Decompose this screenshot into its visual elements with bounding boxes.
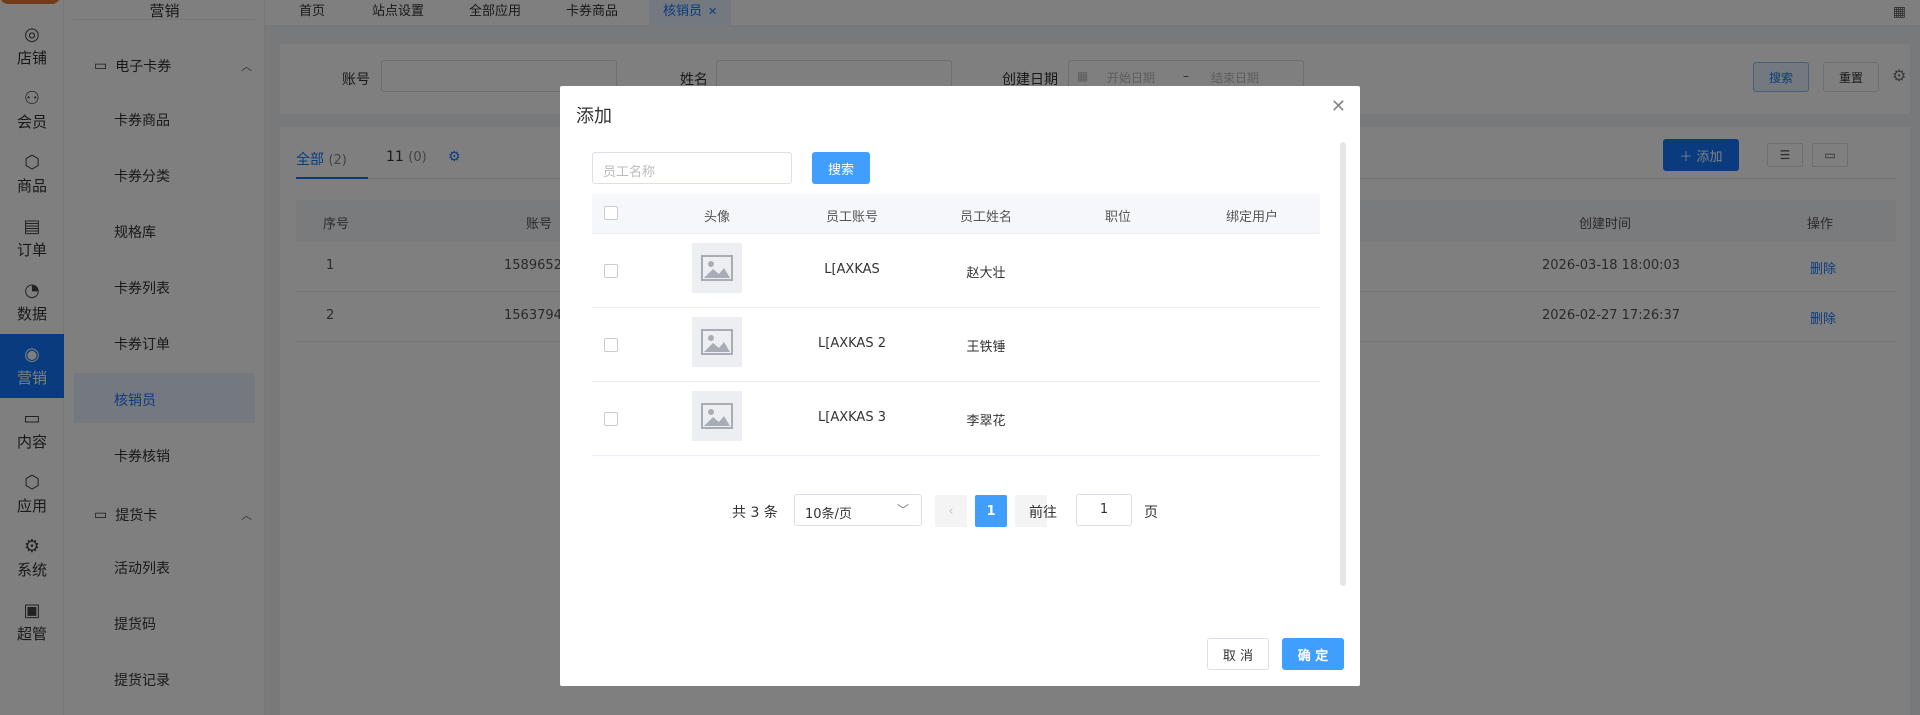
- goto-page-input[interactable]: 1: [1076, 494, 1132, 526]
- cancel-button[interactable]: 取 消: [1207, 638, 1269, 670]
- pagination-total: 共 3 条: [732, 505, 778, 521]
- page-number-current[interactable]: 1: [975, 495, 1007, 527]
- dialog-scrollbar[interactable]: [1340, 142, 1346, 586]
- close-icon[interactable]: ✕: [1331, 96, 1346, 117]
- dialog-title: 添加: [576, 106, 612, 127]
- employee-search-button[interactable]: 搜索: [812, 152, 870, 184]
- employee-row[interactable]: L[AXKAS 3 李翠花: [592, 382, 1320, 456]
- avatar-placeholder-icon: [692, 243, 742, 293]
- employee-row[interactable]: L[AXKAS 赵大壮: [592, 234, 1320, 308]
- chevron-down-icon: ﹀: [896, 503, 909, 517]
- employee-row[interactable]: L[AXKAS 2 王铁锤: [592, 308, 1320, 382]
- col-position: 职位: [1104, 210, 1131, 225]
- prev-page-button[interactable]: ‹: [935, 495, 967, 527]
- pagination: 共 3 条 10条/页 ﹀ ‹ 1 › 前往 1 页: [732, 494, 1212, 528]
- row-checkbox[interactable]: [604, 338, 618, 352]
- add-dialog: 添加 ✕ 员工名称 搜索 头像 员工账号 员工姓名 职位 绑定用户 L[AXKA…: [560, 86, 1360, 686]
- col-employee-account: 员工账号: [825, 210, 878, 225]
- cell-employee-account: L[AXKAS: [824, 262, 880, 277]
- cell-employee-account: L[AXKAS 3: [818, 410, 886, 425]
- app-root: ◎ 店铺 ⚇ 会员 ⬡ 商品 ▤ 订单 ◔ 数据 ◉ 营销 ▭ 内容 ⬡ 应用: [0, 0, 1920, 715]
- cell-employee-account: L[AXKAS 2: [818, 336, 886, 351]
- row-checkbox[interactable]: [604, 412, 618, 426]
- goto-label: 前往: [1029, 505, 1057, 521]
- col-avatar: 头像: [703, 210, 730, 225]
- row-checkbox[interactable]: [604, 264, 618, 278]
- cell-employee-name: 王铁锤: [966, 340, 1006, 355]
- employee-table-header: 头像 员工账号 员工姓名 职位 绑定用户: [592, 194, 1320, 234]
- page-size-select[interactable]: 10条/页 ﹀: [794, 494, 922, 526]
- search-placeholder: 员工名称: [603, 165, 656, 180]
- page-size-value: 10条/页: [805, 507, 852, 522]
- confirm-button[interactable]: 确 定: [1282, 638, 1344, 670]
- page-suffix: 页: [1144, 505, 1158, 521]
- select-all-checkbox[interactable]: [604, 206, 618, 220]
- cell-employee-name: 赵大壮: [966, 266, 1006, 281]
- avatar-placeholder-icon: [692, 317, 742, 367]
- cell-employee-name: 李翠花: [966, 414, 1006, 429]
- col-bound-user: 绑定用户: [1225, 210, 1278, 225]
- employee-search-input[interactable]: 员工名称: [592, 152, 792, 184]
- col-employee-name: 员工姓名: [959, 210, 1012, 225]
- avatar-placeholder-icon: [692, 391, 742, 441]
